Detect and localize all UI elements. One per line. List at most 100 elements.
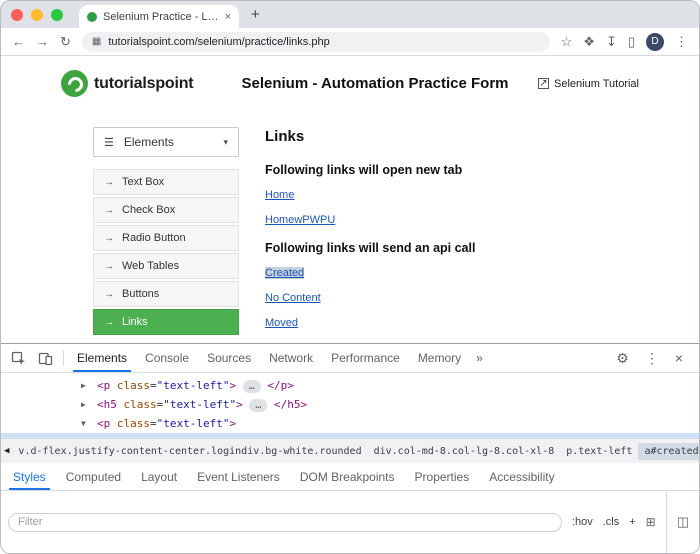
panel-tab-computed[interactable]: Computed: [56, 463, 131, 490]
elements-sidebar: ☰ Elements ▾ → Text Box → Check Box →: [93, 127, 239, 343]
devtools-settings-gear-icon[interactable]: ⚙: [608, 350, 637, 367]
link-created[interactable]: Created: [265, 267, 304, 279]
back-icon[interactable]: ←: [12, 35, 25, 48]
dom-node-p-collapsed[interactable]: ▶<p class="text-left"> … </p>: [1, 376, 699, 395]
address-bar[interactable]: ▦ tutorialspoint.com/selenium/practice/l…: [82, 32, 550, 52]
panel-tab-dom-breakpoints[interactable]: DOM Breakpoints: [290, 463, 405, 490]
sidebar-item-label: Links: [122, 316, 148, 328]
arrow-icon: →: [104, 205, 114, 216]
browser-tab[interactable]: Selenium Practice - Links ×: [79, 5, 239, 28]
chevron-down-icon: ▾: [223, 137, 228, 148]
selected-dom-node[interactable]: <a href="javascript:void(0);" id="create…: [1, 433, 699, 438]
devtools-close-icon[interactable]: ×: [667, 350, 691, 366]
fullscreen-window-button[interactable]: [51, 9, 63, 21]
equals: =: [161, 436, 168, 438]
downloads-icon[interactable]: ↧: [606, 35, 617, 48]
dom-node-a-created[interactable]: <a href="javascript:void(0);" id="create…: [1, 433, 699, 438]
devtools-menu-kebab-icon[interactable]: ⋮: [637, 350, 667, 367]
styles-filter-input[interactable]: [8, 513, 562, 532]
dom-node-p-expanded[interactable]: ▼<p class="text-left">: [1, 414, 699, 433]
breadcrumb-logindiv[interactable]: v.d-flex.justify-content-center.logindiv…: [12, 443, 367, 460]
new-style-rule-button[interactable]: +: [629, 516, 635, 528]
page-viewport: tutorialspoint Selenium - Automation Pra…: [1, 56, 699, 343]
breadcrumb-p-text-left[interactable]: p.text-left: [560, 443, 638, 460]
panel-tab-accessibility[interactable]: Accessibility: [479, 463, 564, 490]
browser-toolbar: ← → ↻ ▦ tutorialspoint.com/selenium/prac…: [1, 28, 699, 56]
inspect-element-glyph: [11, 351, 26, 366]
links-heading: Links: [265, 128, 629, 145]
equals: =: [446, 436, 453, 438]
arrow-icon: →: [104, 177, 114, 188]
pseudo-state-toggle[interactable]: :hov: [572, 516, 593, 528]
browser-window: Selenium Practice - Links × + ← → ↻ ▦ tu…: [0, 0, 700, 554]
tag-close-bracket: >: [229, 417, 236, 430]
tag-open: <p: [97, 417, 110, 430]
link-home[interactable]: Home: [265, 189, 294, 201]
breadcrumb-a-created[interactable]: a#created: [638, 443, 699, 460]
twisty-collapsed-icon[interactable]: ▶: [81, 395, 95, 414]
tab-strip: Selenium Practice - Links × +: [1, 1, 699, 28]
element-classes-toggle[interactable]: .cls: [603, 516, 620, 528]
hamburger-icon: ☰: [104, 136, 114, 149]
profile-avatar[interactable]: D: [646, 33, 664, 51]
extensions-icon[interactable]: ❖: [583, 35, 595, 48]
panel-tab-styles[interactable]: Styles: [3, 463, 56, 490]
sidebar-item-check-box[interactable]: → Check Box: [93, 197, 239, 223]
site-info-icon[interactable]: ▦: [92, 36, 101, 47]
tag-open: <a: [115, 436, 128, 438]
tutorialspoint-logo-icon: [61, 70, 88, 97]
dom-node-h5-collapsed[interactable]: ▶<h5 class="text-left"> … </h5>: [1, 395, 699, 414]
sidebar-item-text-box[interactable]: → Text Box: [93, 169, 239, 195]
bookmark-star-icon[interactable]: ☆: [561, 35, 573, 48]
devtools-tab-memory[interactable]: Memory: [409, 344, 470, 372]
link-no-content[interactable]: No Content: [265, 292, 321, 304]
attr-value: "text-left": [163, 398, 236, 411]
logo-text: tutorialspoint: [94, 75, 193, 93]
breadcrumb-col[interactable]: div.col-md-8.col-lg-8.col-xl-8: [368, 443, 561, 460]
selenium-tutorial-link[interactable]: ↗ Selenium Tutorial: [521, 78, 639, 90]
link-moved[interactable]: Moved: [265, 317, 298, 329]
close-window-button[interactable]: [11, 9, 23, 21]
links-section: Links Following links will open new tab …: [265, 127, 629, 343]
attr-value: "text-left": [157, 417, 230, 430]
site-logo[interactable]: tutorialspoint: [61, 70, 229, 97]
device-toolbar-icon[interactable]: [32, 351, 59, 366]
twisty-expanded-icon[interactable]: ▼: [81, 414, 95, 433]
sidebar-header[interactable]: ☰ Elements ▾: [93, 127, 239, 157]
dock-side-icon[interactable]: ◫: [666, 491, 699, 553]
minimize-window-button[interactable]: [31, 9, 43, 21]
attr-value-id: "created": [334, 436, 394, 438]
devtools-tab-network[interactable]: Network: [260, 344, 322, 372]
sidebar-item-buttons[interactable]: → Buttons: [93, 281, 239, 307]
panel-tab-properties[interactable]: Properties: [405, 463, 480, 490]
link-homewpwpu[interactable]: HomewPWPU: [265, 214, 335, 226]
sidebar-item-web-tables[interactable]: → Web Tables: [93, 253, 239, 279]
tab-close-icon[interactable]: ×: [225, 11, 231, 23]
reload-icon[interactable]: ↻: [60, 35, 71, 48]
inspect-element-icon[interactable]: [5, 351, 32, 366]
twisty-collapsed-icon[interactable]: ▶: [81, 376, 95, 395]
devtools-tab-performance[interactable]: Performance: [322, 344, 409, 372]
browser-menu-icon[interactable]: ⋮: [675, 35, 688, 48]
panel-tab-layout[interactable]: Layout: [131, 463, 187, 490]
devtools-tab-elements[interactable]: Elements: [68, 344, 136, 372]
more-tabs-icon[interactable]: »: [470, 351, 489, 365]
attr-value-href[interactable]: "javascript:void(0);": [168, 436, 307, 438]
collapsed-children-ellipsis[interactable]: …: [243, 380, 261, 393]
sidebar-item-radio-button[interactable]: → Radio Button: [93, 225, 239, 251]
arrow-icon: →: [104, 261, 114, 272]
collapsed-children-ellipsis[interactable]: …: [249, 399, 267, 412]
devtools-tab-console[interactable]: Console: [136, 344, 198, 372]
forward-icon[interactable]: →: [36, 35, 49, 48]
devtools-toolbar: Elements Console Sources Network Perform…: [1, 344, 699, 373]
sidebar-item-links[interactable]: → Links: [93, 309, 239, 335]
arrow-icon: →: [104, 317, 114, 328]
panel-tab-event-listeners[interactable]: Event Listeners: [187, 463, 290, 490]
breadcrumb-scroll-left-icon[interactable]: ◀: [1, 446, 12, 456]
page-title: Selenium - Automation Practice Form: [229, 75, 521, 92]
api-section-title: Following links will send an api call: [265, 241, 629, 255]
new-tab-button[interactable]: +: [251, 7, 260, 22]
side-panel-icon[interactable]: ▯: [628, 35, 635, 48]
devtools-tab-sources[interactable]: Sources: [198, 344, 260, 372]
grid-badge-icon[interactable]: ⊞: [646, 515, 656, 529]
